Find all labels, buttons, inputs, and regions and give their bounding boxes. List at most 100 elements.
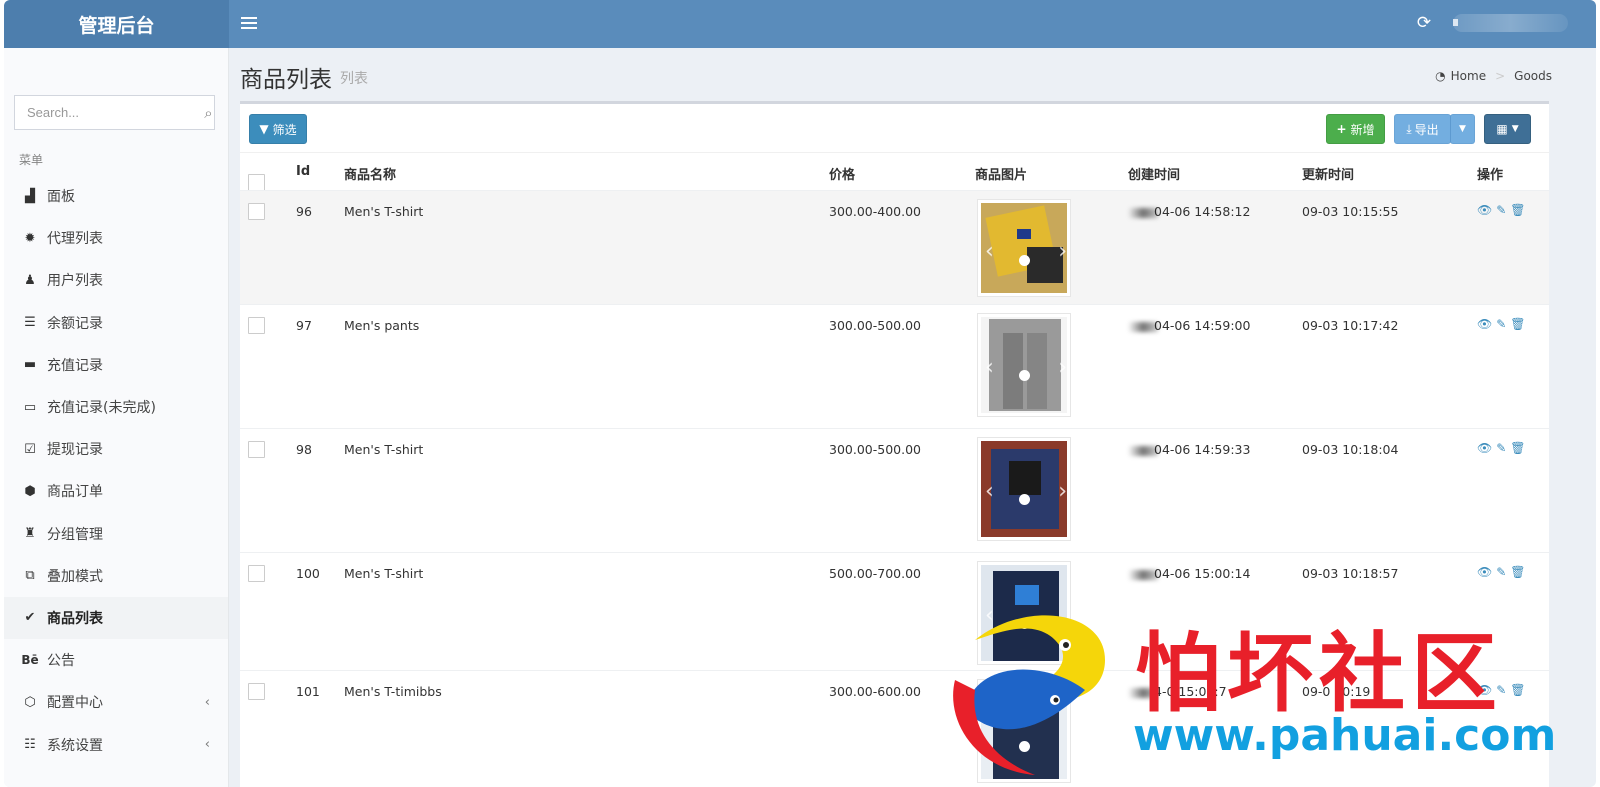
users-icon: ♜ [24, 526, 36, 542]
sidebar-item-label: 叠加模式 [47, 568, 103, 585]
view-icon[interactable]: 👁 [1477, 565, 1492, 579]
sidebar-item-label: 商品订单 [47, 484, 103, 501]
export-button-label: 导出 [1414, 122, 1439, 137]
export-button[interactable]: ⤓ 导出 [1394, 114, 1451, 144]
row-checkbox[interactable] [248, 683, 265, 700]
cell-price: 300.00-600.00 [829, 684, 921, 699]
delete-icon[interactable]: 🗑 [1510, 317, 1525, 331]
cell-created: 04-06 15:00:14 [1128, 566, 1250, 581]
delete-icon[interactable]: 🗑 [1510, 441, 1525, 455]
view-icon[interactable]: 👁 [1477, 203, 1492, 217]
cell-price: 300.00-500.00 [829, 442, 921, 457]
area-chart-icon: ▟ [25, 188, 35, 204]
plus-icon: + [1336, 122, 1347, 136]
column-header-price: 价格 [829, 168, 856, 183]
download-icon: ⤓ [1406, 121, 1412, 136]
column-header-id[interactable]: Id [296, 164, 310, 179]
product-image: ‹ › [981, 441, 1067, 537]
carousel-indicator[interactable] [1019, 255, 1030, 266]
app-logo[interactable]: 管理后台 [4, 0, 229, 48]
carousel-indicator[interactable] [1019, 370, 1030, 381]
view-icon[interactable]: 👁 [1477, 317, 1492, 331]
column-header-updated: 更新时间 [1302, 168, 1355, 183]
sidebar-item-groups[interactable]: ♜ 分组管理 [4, 513, 228, 555]
select-all-checkbox[interactable] [248, 174, 265, 191]
cell-updated: 09-03 10:18:57 [1302, 566, 1398, 581]
row-checkbox[interactable] [248, 203, 265, 220]
page-subtitle: 列表 [340, 71, 368, 87]
sidebar-item-label: 提现记录 [47, 442, 103, 459]
behance-icon: Bē [21, 653, 39, 668]
carousel-next-icon[interactable]: › [1058, 479, 1067, 504]
search-input[interactable] [15, 96, 203, 129]
carousel-next-icon[interactable]: › [1058, 239, 1067, 264]
cell-created: 04-06 14:59:00 [1128, 318, 1250, 333]
breadcrumb-current: Goods [1514, 69, 1552, 83]
sidebar-item-balance[interactable]: ☰ 余额记录 [4, 302, 228, 344]
view-icon[interactable]: 👁 [1477, 441, 1492, 455]
table-icon: ▦ [1496, 122, 1508, 136]
cell-name: Men's T-shirt [344, 204, 424, 219]
carousel-prev-icon[interactable]: ‹ [985, 479, 994, 504]
columns-toggle-button[interactable]: ▦ ▼ [1484, 114, 1531, 144]
row-checkbox[interactable] [248, 441, 265, 458]
updated-value: 09-03 10:15:55 [1302, 204, 1399, 219]
row-checkbox[interactable] [248, 317, 265, 334]
search-icon[interactable]: ⌕ [203, 104, 214, 122]
row-actions: 👁 ✎ 🗑 [1477, 317, 1526, 331]
breadcrumb-home[interactable]: Home [1451, 69, 1486, 83]
user-icon: ♟ [24, 272, 36, 288]
filter-button[interactable]: ▼ 筛选 [249, 114, 307, 144]
cell-name: Men's T-shirt [344, 442, 424, 457]
product-image-carousel[interactable]: ‹ › [977, 313, 1071, 417]
sidebar-item-withdraw[interactable]: ☑ 提现记录 [4, 428, 228, 470]
delete-icon[interactable]: 🗑 [1510, 203, 1525, 217]
column-header-name: 商品名称 [344, 168, 397, 183]
server-icon: ☷ [24, 737, 36, 753]
object-group-icon: ⧉ [25, 568, 35, 584]
row-checkbox[interactable] [248, 565, 265, 582]
sidebar-item-users[interactable]: ♟ 用户列表 [4, 259, 228, 301]
sidebar-item-settings[interactable]: ☷ 系统设置 ‹ [4, 723, 228, 765]
carousel-indicator[interactable] [1019, 494, 1030, 505]
delete-icon[interactable]: 🗑 [1510, 565, 1525, 579]
carousel-prev-icon[interactable]: ‹ [985, 355, 994, 380]
cell-name: Men's T-timibbs [344, 684, 442, 699]
sidebar-item-overlay[interactable]: ⧉ 叠加模式 [4, 555, 228, 597]
edit-icon[interactable]: ✎ [1496, 203, 1506, 217]
product-image-carousel[interactable]: ‹ › [977, 199, 1071, 297]
export-dropdown-toggle[interactable]: ▼ [1450, 114, 1475, 144]
watermark-url: www.pahuai.com [1133, 710, 1557, 761]
product-image-carousel[interactable]: ‹ › [977, 437, 1071, 541]
sidebar-item-notice[interactable]: Bē 公告 [4, 639, 228, 681]
edit-icon[interactable]: ✎ [1496, 441, 1506, 455]
edit-icon[interactable]: ✎ [1496, 317, 1506, 331]
user-menu-blurred[interactable] [1453, 14, 1568, 32]
cell-price: 300.00-500.00 [829, 318, 921, 333]
sidebar-item-config[interactable]: ⬡ 配置中心 ‹ [4, 681, 228, 723]
sidebar-item-recharge[interactable]: ▬ 充值记录 [4, 344, 228, 386]
sidebar-item-dashboard[interactable]: ▟ 面板 [4, 175, 228, 217]
cell-id: 101 [296, 684, 320, 699]
filter-button-label: 筛选 [272, 122, 297, 137]
sidebar-item-orders[interactable]: ⬢ 商品订单 [4, 470, 228, 512]
sidebar-item-goods[interactable]: ✔ 商品列表 [4, 596, 228, 640]
sidebar-item-agents[interactable]: ✹ 代理列表 [4, 217, 228, 259]
sidebar-item-recharge-pending[interactable]: ▭ 充值记录(未完成) [4, 386, 228, 428]
refresh-icon[interactable]: ⟳ [1414, 13, 1434, 33]
dashboard-icon: ◔ [1435, 69, 1446, 83]
edit-icon[interactable]: ✎ [1496, 565, 1506, 579]
carousel-next-icon[interactable]: › [1058, 355, 1067, 380]
breadcrumb-separator: > [1495, 69, 1506, 83]
sidebar-item-label: 用户列表 [47, 273, 103, 290]
hexagon-icon: ⬡ [24, 694, 36, 710]
top-navbar: ⟳ [229, 0, 1596, 48]
carousel-prev-icon[interactable]: ‹ [985, 239, 994, 264]
add-button[interactable]: + 新增 [1326, 114, 1385, 144]
sidebar-item-label: 分组管理 [47, 526, 103, 543]
menu-toggle-icon[interactable] [241, 14, 257, 34]
table-row: 98 Men's T-shirt 300.00-500.00 ‹ › 04-06… [240, 428, 1549, 552]
product-image: ‹ › [981, 203, 1067, 293]
cell-id: 100 [296, 566, 320, 581]
cell-price: 500.00-700.00 [829, 566, 921, 581]
